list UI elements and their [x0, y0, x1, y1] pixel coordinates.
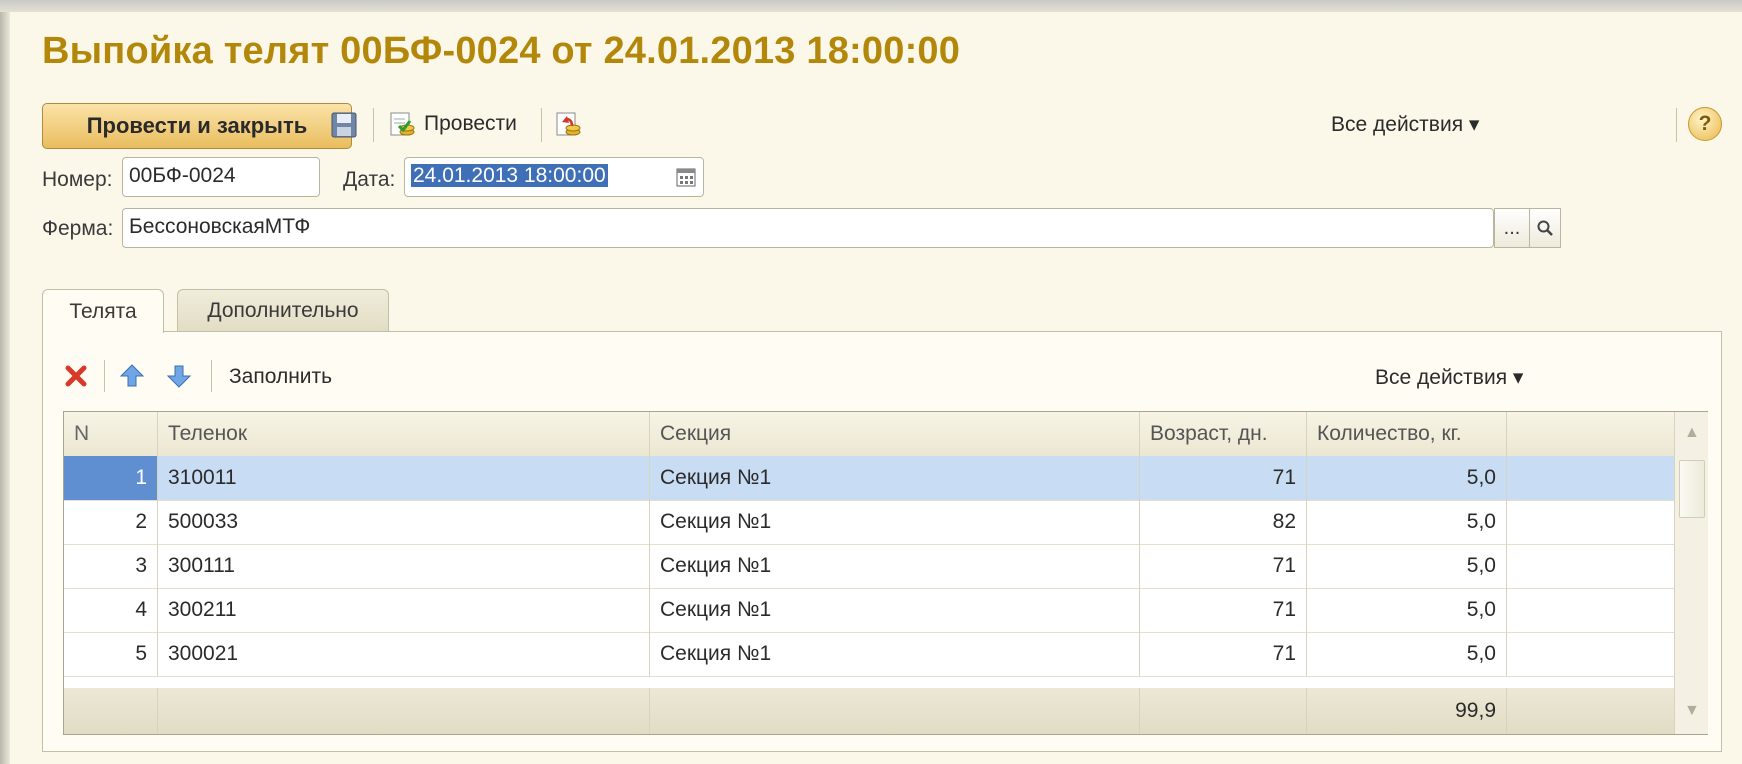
footer-cell — [650, 688, 1140, 734]
tab-calves[interactable]: Телята — [42, 289, 164, 333]
save-button[interactable] — [328, 107, 360, 143]
toolbar-separator — [104, 360, 105, 392]
header-filler — [1507, 412, 1674, 456]
move-down-button[interactable] — [165, 360, 193, 392]
date-value: 24.01.2013 18:00:00 — [411, 164, 608, 187]
page-title: Выпойка телят 00БФ-0024 от 24.01.2013 18… — [42, 30, 961, 72]
farm-label: Ферма: — [42, 217, 114, 240]
section-cell[interactable]: Секция №1 — [650, 632, 1140, 676]
fill-button[interactable]: Заполнить — [229, 365, 332, 389]
toolbar-separator — [373, 108, 374, 142]
table-row[interactable]: 3 300111 Секция №1 71 5,0 — [64, 544, 1674, 589]
section-cell[interactable]: Секция №1 — [650, 500, 1140, 544]
row-number: 4 — [64, 588, 158, 632]
table-row[interactable]: 4 300211 Секция №1 71 5,0 — [64, 588, 1674, 633]
date-field[interactable]: 24.01.2013 18:00:00 — [404, 157, 704, 197]
column-header-qty[interactable]: Количество, кг. — [1307, 412, 1507, 456]
scroll-up-arrow-icon[interactable]: ▲ — [1684, 424, 1700, 442]
section-cell[interactable]: Секция №1 — [650, 456, 1140, 500]
toolbar-separator — [1676, 108, 1677, 142]
search-icon — [1537, 220, 1553, 236]
qty-cell[interactable]: 5,0 — [1307, 544, 1507, 588]
scroll-down-arrow-icon[interactable]: ▼ — [1684, 702, 1700, 720]
table-scrollbar[interactable]: ▲ ▼ — [1674, 412, 1708, 734]
qty-cell[interactable]: 5,0 — [1307, 456, 1507, 500]
calf-cell[interactable]: 300111 — [158, 544, 650, 588]
column-header-n[interactable]: N — [64, 412, 158, 456]
move-up-button[interactable] — [118, 360, 146, 392]
table-row[interactable]: 1 310011 Секция №1 71 5,0 — [64, 456, 1674, 501]
column-header-age[interactable]: Возраст, дн. — [1140, 412, 1307, 456]
floppy-disk-icon — [331, 112, 357, 138]
farm-choose-button[interactable]: ... — [1494, 208, 1530, 248]
calf-cell[interactable]: 310011 — [158, 456, 650, 500]
footer-cell — [158, 688, 650, 734]
number-field[interactable]: 00БФ-0024 — [122, 157, 320, 197]
age-cell[interactable]: 71 — [1140, 456, 1307, 500]
age-cell[interactable]: 71 — [1140, 588, 1307, 632]
age-cell[interactable]: 82 — [1140, 500, 1307, 544]
window-top-border — [0, 0, 1742, 12]
tab-additional[interactable]: Дополнительно — [177, 289, 389, 331]
delete-icon — [65, 365, 87, 387]
table-header: N Теленок Секция Возраст, дн. Количество… — [64, 412, 1674, 457]
post-icon — [386, 107, 418, 143]
footer-cell — [64, 688, 158, 734]
calves-table: N Теленок Секция Возраст, дн. Количество… — [63, 411, 1708, 735]
row-number: 1 — [64, 456, 158, 500]
farm-field[interactable]: БессоновскаяМТФ — [122, 208, 1494, 248]
section-cell[interactable]: Секция №1 — [650, 544, 1140, 588]
table-row[interactable]: 5 300021 Секция №1 71 5,0 — [64, 632, 1674, 677]
section-cell[interactable]: Секция №1 — [650, 588, 1140, 632]
calf-cell[interactable]: 300021 — [158, 632, 650, 676]
row-number: 3 — [64, 544, 158, 588]
arrow-up-icon — [119, 364, 145, 387]
delete-row-button[interactable] — [63, 360, 89, 392]
number-label: Номер: — [42, 168, 113, 191]
row-number: 2 — [64, 500, 158, 544]
calf-cell[interactable]: 300211 — [158, 588, 650, 632]
window-left-border — [0, 12, 10, 764]
qty-cell[interactable]: 5,0 — [1307, 632, 1507, 676]
calendar-button[interactable] — [672, 163, 700, 191]
table-row[interactable]: 2 500033 Секция №1 82 5,0 — [64, 500, 1674, 545]
age-cell[interactable]: 71 — [1140, 544, 1307, 588]
farm-search-button[interactable] — [1529, 208, 1561, 248]
row-number: 5 — [64, 632, 158, 676]
qty-cell[interactable]: 5,0 — [1307, 500, 1507, 544]
table-footer: 99,9 — [64, 688, 1674, 734]
arrow-down-icon — [166, 365, 192, 388]
total-qty: 99,9 — [1307, 688, 1507, 734]
cancel-posting-icon — [556, 112, 581, 136]
cancel-posting-button[interactable] — [552, 107, 584, 143]
post-button[interactable]: Провести — [424, 112, 517, 136]
table-all-actions-menu[interactable]: Все действия ▾ — [1375, 365, 1523, 390]
post-and-close-button[interactable]: Провести и закрыть — [42, 103, 352, 149]
toolbar-separator — [211, 360, 212, 392]
help-button[interactable]: ? — [1688, 107, 1722, 141]
column-header-section[interactable]: Секция — [650, 412, 1140, 456]
footer-cell — [1140, 688, 1307, 734]
toolbar-separator — [541, 108, 542, 142]
date-label: Дата: — [343, 168, 396, 191]
calf-cell[interactable]: 500033 — [158, 500, 650, 544]
all-actions-menu[interactable]: Все действия ▾ — [1331, 112, 1479, 137]
calendar-icon — [676, 168, 696, 187]
qty-cell[interactable]: 5,0 — [1307, 588, 1507, 632]
column-header-calf[interactable]: Теленок — [158, 412, 650, 456]
age-cell[interactable]: 71 — [1140, 632, 1307, 676]
scrollbar-thumb[interactable] — [1679, 460, 1705, 518]
